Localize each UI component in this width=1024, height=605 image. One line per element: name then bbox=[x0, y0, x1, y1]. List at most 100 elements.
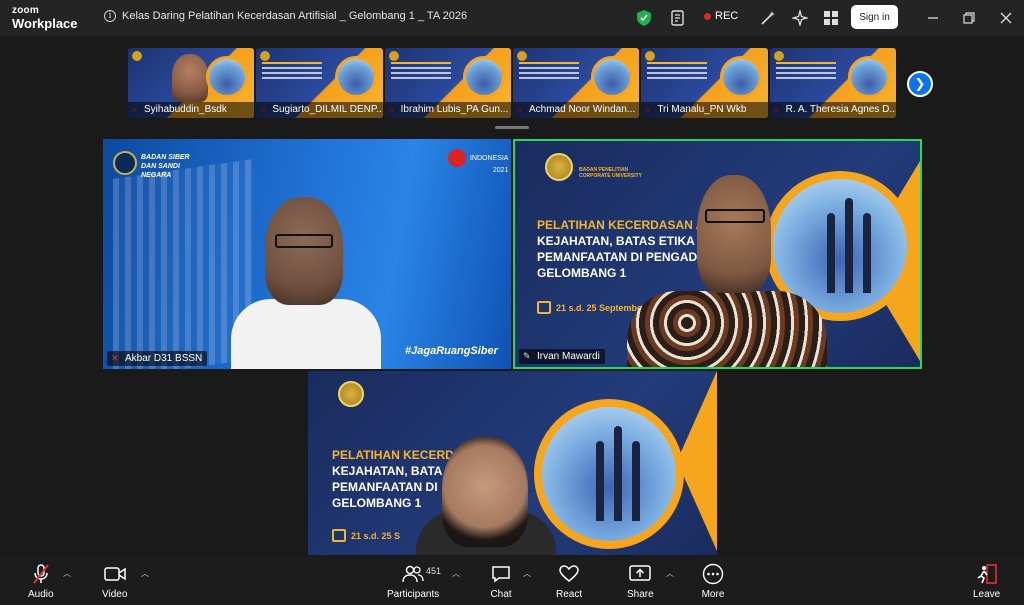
participant-name-label: ✕ Akbar D31 BSSN bbox=[107, 351, 208, 366]
next-page-button[interactable]: ❯ bbox=[907, 71, 933, 97]
leave-button[interactable]: Leave bbox=[973, 562, 1000, 600]
react-label: React bbox=[556, 589, 583, 600]
banner-line: KEJAHATAN, BATA bbox=[332, 464, 443, 478]
monument-image bbox=[591, 56, 634, 98]
org-line: NEGARA bbox=[141, 172, 172, 179]
calendar-icon bbox=[537, 301, 551, 314]
org-small-text: BADAN PENELITIAN CORPORATE UNIVERSITY bbox=[579, 167, 642, 179]
participant-thumbnail[interactable]: ✕ Achmad Noor Windan... bbox=[512, 48, 640, 118]
magic-wand-icon[interactable] bbox=[758, 8, 778, 28]
logo-icon bbox=[516, 51, 527, 61]
banner-text-lines bbox=[647, 62, 708, 82]
monument-tower bbox=[614, 426, 622, 521]
banner-line: PEMANFAATAN DI bbox=[332, 480, 438, 494]
ai-companion-icon[interactable] bbox=[790, 8, 810, 28]
react-button[interactable]: React bbox=[556, 562, 582, 600]
video-button[interactable]: Video bbox=[102, 562, 127, 600]
mic-muted-icon bbox=[29, 562, 53, 586]
monument-tower bbox=[827, 213, 835, 293]
chat-button[interactable]: Chat bbox=[489, 562, 513, 600]
participant-thumbnail[interactable]: ✕ R. A. Theresia Agnes D... bbox=[769, 48, 896, 118]
banner-line: PEMANFAATAN DI PENGADILA bbox=[537, 250, 717, 264]
rec-label: REC bbox=[715, 10, 739, 22]
participants-options-chevron-icon[interactable]: ︿ bbox=[452, 568, 460, 579]
brand-top: zoom bbox=[12, 5, 39, 16]
strip-resize-handle[interactable] bbox=[495, 126, 529, 129]
org-line: DAN SANDI bbox=[141, 163, 180, 170]
participant-strip: ✕ Syihabuddin_Bsdk ✕ Sugiarto_DILMIL DEN… bbox=[128, 48, 896, 118]
calendar-icon bbox=[332, 529, 346, 542]
participant-name-label: ✎ Irvan Mawardi bbox=[519, 349, 605, 364]
restore-icon[interactable] bbox=[960, 9, 978, 27]
more-button[interactable]: More bbox=[701, 562, 725, 600]
participant-body bbox=[627, 291, 827, 367]
video-tile-bssn[interactable]: BADAN SIBER DAN SANDI NEGARA INDONESIA 2… bbox=[103, 139, 511, 369]
audio-button[interactable]: Audio bbox=[28, 562, 54, 600]
banner-text-lines bbox=[390, 62, 451, 82]
banner-date: 21 s.d. 25 S bbox=[332, 529, 400, 542]
banner-line: GELOMBANG 1 bbox=[332, 496, 422, 510]
glasses bbox=[275, 234, 333, 248]
flag-icon bbox=[448, 149, 466, 167]
audio-options-chevron-icon[interactable]: ︿ bbox=[63, 568, 71, 579]
monument-image bbox=[334, 56, 377, 98]
event-line: INDONESIA bbox=[469, 154, 509, 162]
share-button[interactable]: Share bbox=[627, 562, 654, 600]
meeting-toolbar: Audio ︿ Video ︿ Participants 451 ︿ Chat … bbox=[0, 556, 1024, 605]
brand-bottom: Workplace bbox=[12, 16, 78, 31]
org-name: BADAN SIBER DAN SANDI NEGARA bbox=[141, 153, 190, 180]
participant-body bbox=[231, 299, 381, 369]
chevron-right-icon: ❯ bbox=[914, 76, 926, 91]
banner-title: PELATIHAN KECERD KEJAHATAN, BATA PEMANFA… bbox=[332, 447, 454, 511]
share-label: Share bbox=[627, 589, 654, 600]
participants-label: Participants bbox=[387, 589, 440, 600]
video-options-chevron-icon[interactable]: ︿ bbox=[141, 568, 149, 579]
participant-thumbnail[interactable]: ✕ Tri Manalu_PN Wkb bbox=[641, 48, 768, 118]
bssn-logo-icon bbox=[113, 151, 137, 175]
banner-line: PELATIHAN KECERDASAN ARTI bbox=[537, 218, 724, 232]
glasses bbox=[705, 209, 765, 223]
share-screen-icon bbox=[628, 562, 652, 586]
meeting-info[interactable]: i Kelas Daring Pelatihan Kecerdasan Arti… bbox=[104, 10, 467, 22]
participant-name: Tri Manalu_PN Wkb bbox=[641, 102, 768, 118]
participant-thumbnail[interactable]: ✕ Ibrahim Lubis_PA Gun... bbox=[384, 48, 511, 118]
video-label: Video bbox=[102, 589, 128, 600]
participant-thumbnail[interactable]: ✕ Syihabuddin_Bsdk bbox=[128, 48, 255, 118]
participant-face bbox=[442, 437, 528, 547]
info-icon[interactable]: i bbox=[104, 10, 116, 22]
apps-grid-icon[interactable] bbox=[821, 8, 841, 28]
logo-icon bbox=[388, 51, 399, 61]
banner-title: PELATIHAN KECERDASAN ARTI KEJAHATAN, BAT… bbox=[537, 217, 724, 281]
institution-logo-icon bbox=[338, 381, 364, 407]
monument-image bbox=[847, 56, 890, 98]
close-icon[interactable] bbox=[997, 9, 1015, 27]
sign-in-button[interactable]: Sign in bbox=[851, 5, 898, 29]
org-line: BADAN SIBER bbox=[141, 154, 190, 161]
institution-logo-icon bbox=[545, 153, 573, 181]
video-tile-active-speaker[interactable]: BADAN PENELITIAN CORPORATE UNIVERSITY PE… bbox=[513, 139, 922, 369]
monument-tower bbox=[845, 198, 853, 293]
shield-icon[interactable] bbox=[634, 8, 654, 28]
chat-label: Chat bbox=[490, 589, 512, 600]
more-label: More bbox=[701, 589, 725, 600]
monument-image bbox=[206, 56, 249, 98]
participant-thumbnail[interactable]: ✕ Sugiarto_DILMIL DENP... bbox=[256, 48, 383, 118]
monument-image bbox=[534, 399, 684, 549]
banner-text-lines bbox=[518, 62, 579, 82]
banner-line: GELOMBANG 1 bbox=[537, 266, 627, 280]
video-tile-participant[interactable]: PELATIHAN KECERD KEJAHATAN, BATA PEMANFA… bbox=[308, 371, 717, 555]
banner-line: KEJAHATAN, BATAS ETIKA DA bbox=[537, 234, 715, 248]
audio-label: Audio bbox=[28, 589, 54, 600]
participant-face bbox=[697, 175, 771, 293]
participant-name: Sugiarto_DILMIL DENP... bbox=[256, 102, 383, 118]
notes-icon[interactable] bbox=[668, 8, 688, 28]
monument-image bbox=[462, 56, 505, 98]
chat-options-chevron-icon[interactable]: ︿ bbox=[523, 568, 531, 579]
share-options-chevron-icon[interactable]: ︿ bbox=[666, 568, 674, 579]
minimize-icon[interactable] bbox=[924, 9, 942, 27]
participants-icon bbox=[401, 562, 425, 586]
monument-image bbox=[719, 56, 762, 98]
recording-indicator[interactable]: REC bbox=[704, 10, 738, 22]
title-bar: zoom Workplace i Kelas Daring Pelatihan … bbox=[0, 0, 1024, 36]
logo-icon bbox=[773, 51, 784, 61]
